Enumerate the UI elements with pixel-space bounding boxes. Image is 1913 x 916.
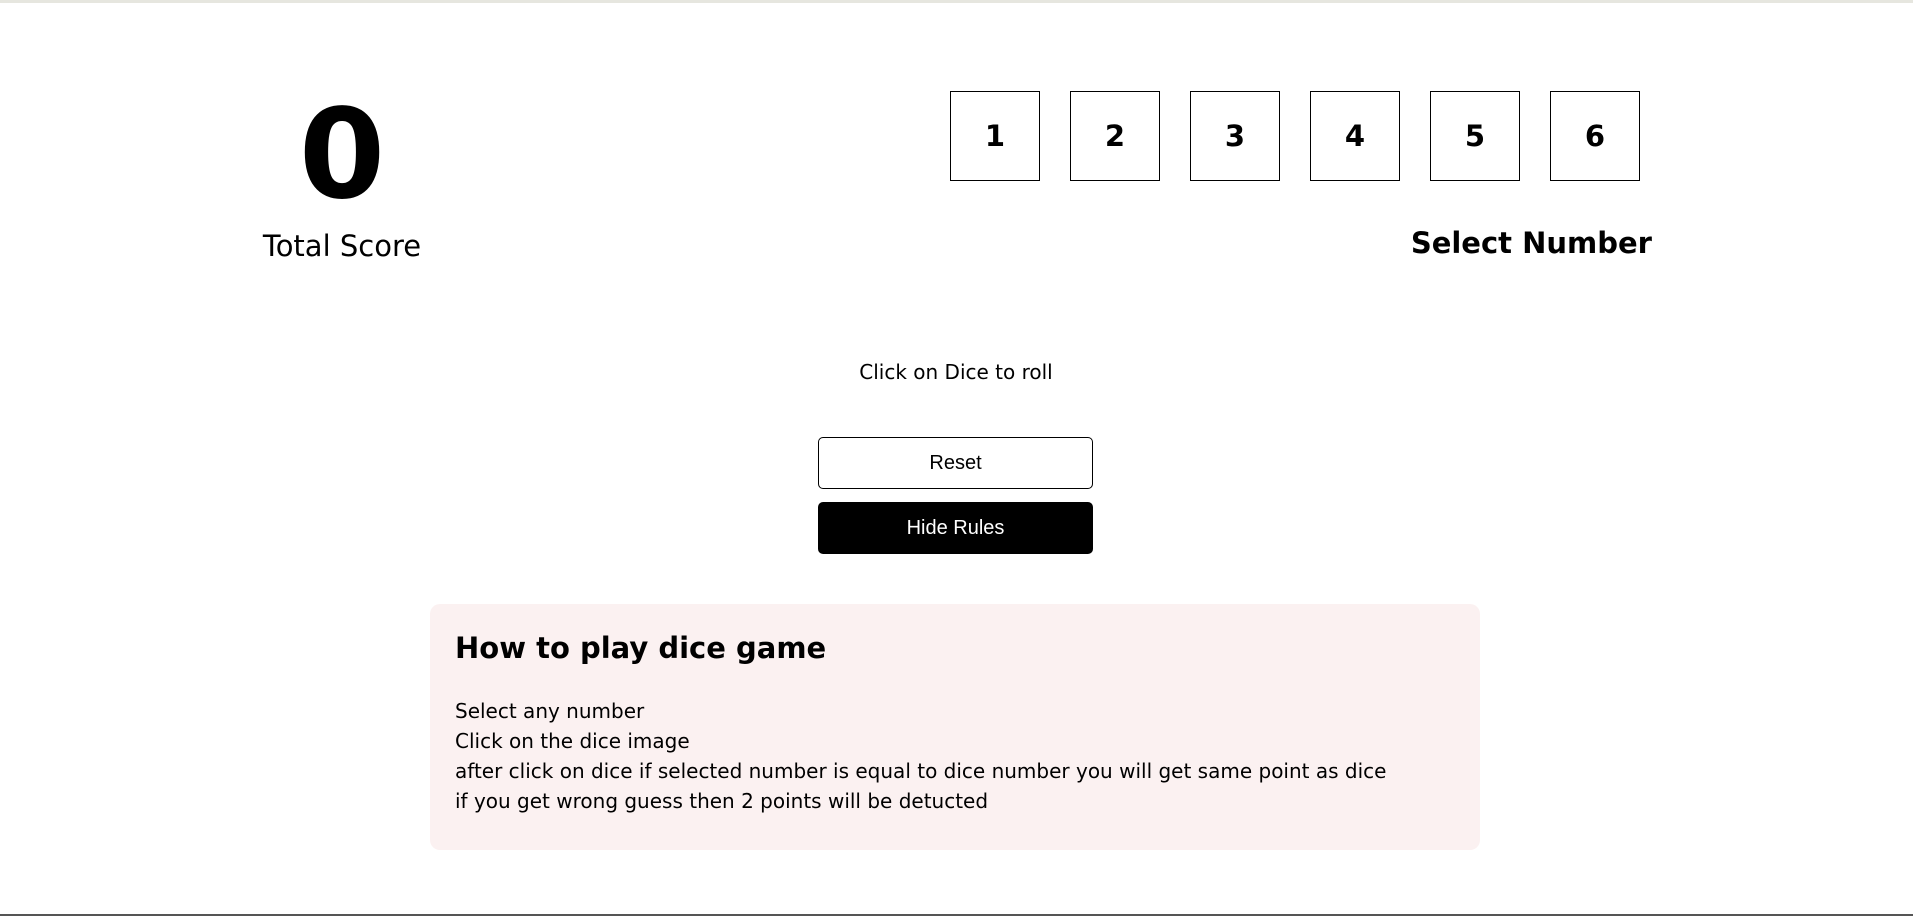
hide-rules-button[interactable]: Hide Rules	[818, 502, 1093, 554]
rules-line-1: Select any number	[455, 699, 645, 723]
rules-panel: How to play dice game Select any number …	[430, 604, 1480, 850]
dice-roll-hint[interactable]: Click on Dice to roll	[756, 358, 1156, 386]
number-option-5[interactable]: 5	[1430, 91, 1520, 181]
total-score-value: 0	[298, 83, 386, 227]
select-number-label: Select Number	[1410, 226, 1652, 260]
rules-title: How to play dice game	[455, 631, 827, 665]
rules-line-2: Click on the dice image	[455, 729, 690, 753]
total-score-panel: 0 Total Score	[252, 80, 432, 266]
top-border	[0, 0, 1913, 3]
total-score-label: Total Score	[262, 229, 422, 263]
number-selector: 1 2 3 4 5 6	[950, 91, 1640, 181]
reset-button[interactable]: Reset	[818, 437, 1093, 489]
number-option-6[interactable]: 6	[1550, 91, 1640, 181]
rules-line-4: if you get wrong guess then 2 points wil…	[455, 789, 989, 813]
rules-line-3: after click on dice if selected number i…	[455, 759, 1387, 783]
number-option-4[interactable]: 4	[1310, 91, 1400, 181]
number-option-3[interactable]: 3	[1190, 91, 1280, 181]
number-option-2[interactable]: 2	[1070, 91, 1160, 181]
number-option-1[interactable]: 1	[950, 91, 1040, 181]
